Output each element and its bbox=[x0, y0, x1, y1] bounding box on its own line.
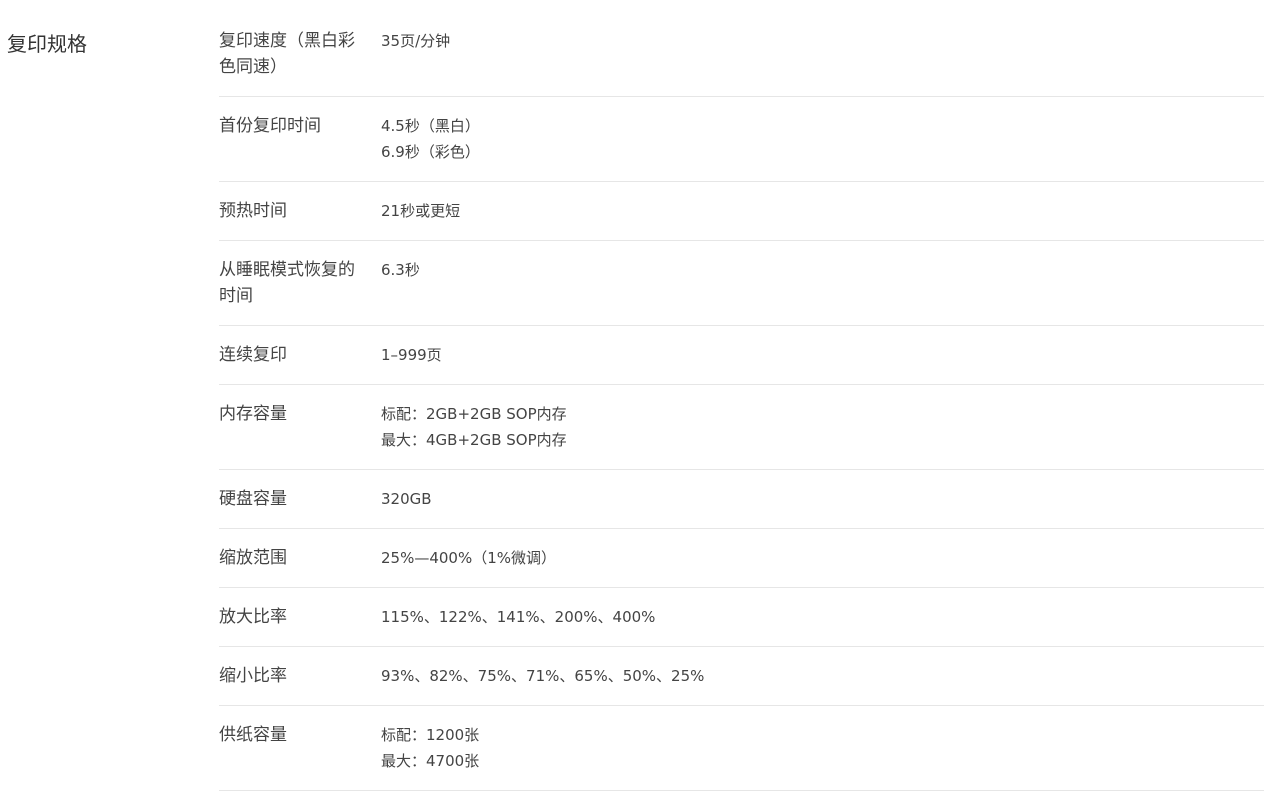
spec-value: 35页/分钟 bbox=[365, 28, 450, 80]
spec-value: 标配：1200张 最大：4700张 bbox=[365, 722, 479, 774]
spec-value: 6.3秒 bbox=[365, 257, 420, 309]
spec-row-zoom-range: 缩放范围 25%—400%（1%微调） bbox=[219, 545, 1264, 588]
spec-row-enlarge-ratios: 放大比率 115%、122%、141%、200%、400% bbox=[219, 604, 1264, 647]
spec-row-paper-capacity: 供纸容量 标配：1200张 最大：4700张 bbox=[219, 722, 1264, 791]
spec-label: 连续复印 bbox=[219, 345, 287, 365]
spec-label: 首份复印时间 bbox=[219, 116, 321, 136]
section-title: 复印规格 bbox=[7, 32, 87, 56]
spec-row-warmup-time: 预热时间 21秒或更短 bbox=[219, 198, 1264, 241]
spec-value-line: 最大：4GB+2GB SOP内存 bbox=[381, 431, 567, 449]
spec-label: 硬盘容量 bbox=[219, 489, 287, 509]
spec-row-reduce-ratios: 缩小比率 93%、82%、75%、71%、65%、50%、25% bbox=[219, 663, 1264, 706]
spec-row-memory: 内存容量 标配：2GB+2GB SOP内存 最大：4GB+2GB SOP内存 bbox=[219, 401, 1264, 470]
spec-label: 缩放范围 bbox=[219, 548, 287, 568]
spec-value: 标配：2GB+2GB SOP内存 最大：4GB+2GB SOP内存 bbox=[365, 401, 567, 453]
spec-label: 缩小比率 bbox=[219, 666, 287, 686]
spec-label: 复印速度（黑白彩色同速） bbox=[219, 31, 355, 77]
spec-value: 320GB bbox=[365, 486, 432, 512]
spec-label: 内存容量 bbox=[219, 404, 287, 424]
spec-value: 115%、122%、141%、200%、400% bbox=[365, 604, 655, 630]
spec-value: 25%—400%（1%微调） bbox=[365, 545, 556, 571]
spec-value-line: 4.5秒（黑白） bbox=[381, 117, 480, 135]
spec-list: 复印速度（黑白彩色同速） 35页/分钟 首份复印时间 4.5秒（黑白） 6.9秒… bbox=[219, 28, 1264, 791]
spec-row-hard-disk: 硬盘容量 320GB bbox=[219, 486, 1264, 529]
spec-row-sleep-recovery-time: 从睡眠模式恢复的时间 6.3秒 bbox=[219, 257, 1264, 326]
spec-value-line: 320GB bbox=[381, 490, 432, 508]
spec-value-line: 6.9秒（彩色） bbox=[381, 143, 480, 161]
spec-row-continuous-copy: 连续复印 1–999页 bbox=[219, 342, 1264, 385]
spec-row-first-copy-time: 首份复印时间 4.5秒（黑白） 6.9秒（彩色） bbox=[219, 113, 1264, 182]
spec-label: 供纸容量 bbox=[219, 725, 287, 745]
spec-value-line: 115%、122%、141%、200%、400% bbox=[381, 608, 656, 626]
spec-value: 93%、82%、75%、71%、65%、50%、25% bbox=[365, 663, 704, 689]
spec-value: 21秒或更短 bbox=[365, 198, 460, 224]
spec-value-line: 21秒或更短 bbox=[381, 202, 461, 220]
spec-row-copy-speed: 复印速度（黑白彩色同速） 35页/分钟 bbox=[219, 28, 1264, 97]
spec-value-line: 35页/分钟 bbox=[381, 32, 451, 50]
spec-value-line: 最大：4700张 bbox=[381, 752, 480, 770]
spec-value-line: 93%、82%、75%、71%、65%、50%、25% bbox=[381, 667, 705, 685]
spec-value-line: 标配：1200张 bbox=[381, 726, 480, 744]
spec-value-line: 6.3秒 bbox=[381, 261, 420, 279]
spec-label: 从睡眠模式恢复的时间 bbox=[219, 260, 355, 306]
spec-label: 预热时间 bbox=[219, 201, 287, 221]
spec-value: 1–999页 bbox=[365, 342, 442, 368]
spec-value: 4.5秒（黑白） 6.9秒（彩色） bbox=[365, 113, 480, 165]
spec-value-line: 标配：2GB+2GB SOP内存 bbox=[381, 405, 567, 423]
spec-label: 放大比率 bbox=[219, 607, 287, 627]
spec-value-line: 1–999页 bbox=[381, 346, 442, 364]
spec-value-line: 25%—400%（1%微调） bbox=[381, 549, 557, 567]
